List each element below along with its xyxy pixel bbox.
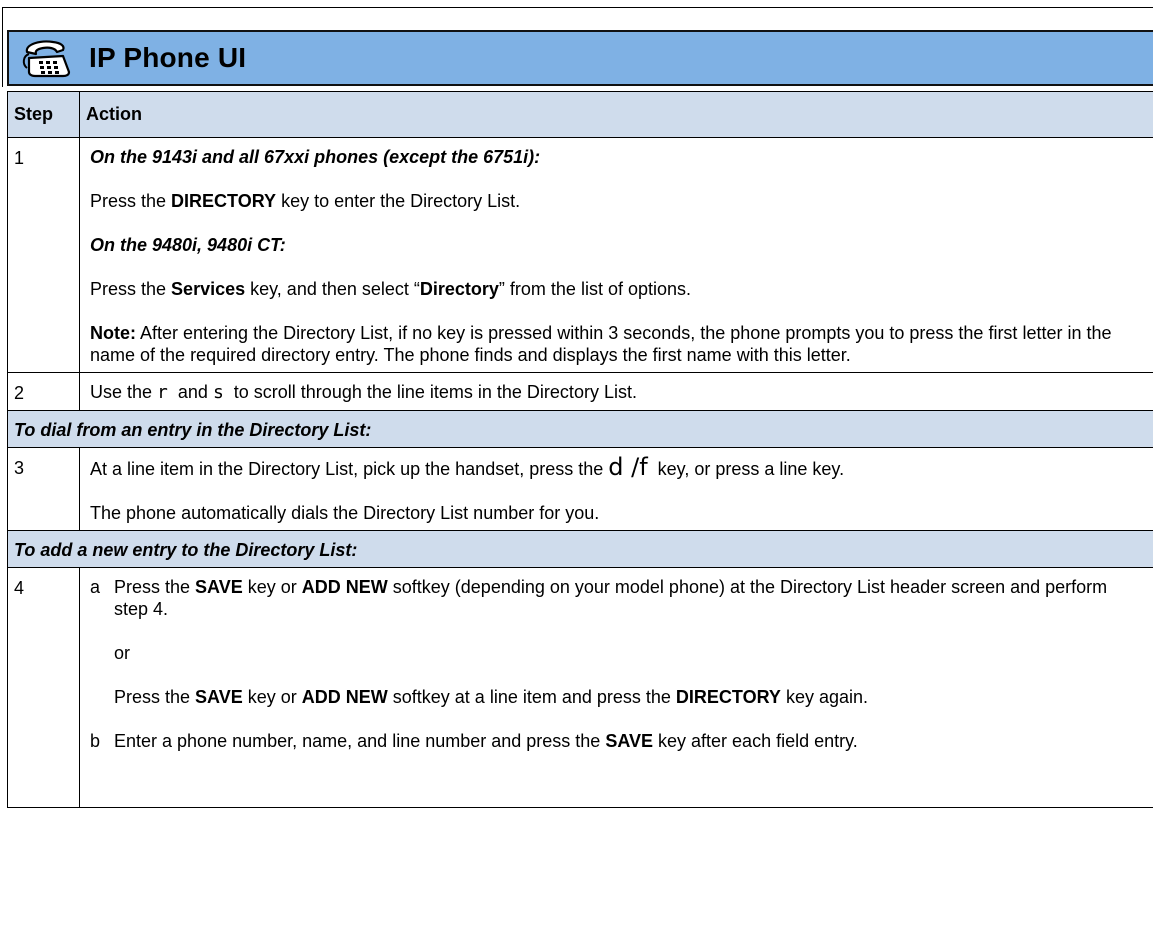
model-heading: On the 9480i, 9480i CT:: [90, 235, 286, 255]
procedure-table: Step Action 1 On the 9143i and all 67xxi…: [7, 91, 1153, 808]
column-header-step: Step: [7, 91, 80, 138]
table-row: 1 On the 9143i and all 67xxi phones (exc…: [7, 137, 1153, 373]
section-heading: To add a new entry to the Directory List…: [14, 540, 358, 560]
section-heading: To dial from an entry in the Directory L…: [14, 420, 372, 440]
goodbye-key-glyph: d /f: [608, 453, 648, 481]
substep-a: a Press the SAVE key or ADD NEW softkey …: [90, 577, 1108, 619]
step-number: 3: [7, 447, 80, 531]
step-action: a Press the SAVE key or ADD NEW softkey …: [79, 567, 1153, 808]
table-row: 4 a Press the SAVE key or ADD NEW softke…: [7, 567, 1153, 808]
down-arrow-key: s: [212, 382, 224, 403]
step-action: On the 9143i and all 67xxi phones (excep…: [79, 137, 1153, 373]
step-number: 2: [7, 372, 80, 411]
document-page: IP Phone UI Step Action 1 On the 9143i a…: [0, 0, 1153, 947]
instruction: Press the SAVE key or ADD NEW softkey at…: [114, 687, 868, 707]
table-row: 2 Use the r and s to scroll through the …: [7, 372, 1153, 411]
page-title: IP Phone UI: [89, 42, 247, 73]
model-heading: On the 9143i and all 67xxi phones (excep…: [90, 147, 541, 167]
instruction: Press the DIRECTORY key to enter the Dir…: [90, 191, 521, 211]
section-row: To dial from an entry in the Directory L…: [7, 410, 1153, 448]
step-action: At a line item in the Directory List, pi…: [79, 447, 1153, 531]
step-number: 1: [7, 137, 80, 373]
section-row: To add a new entry to the Directory List…: [7, 530, 1153, 568]
phone-icon: [22, 40, 71, 78]
or-label: or: [114, 643, 131, 663]
column-header-action: Action: [79, 91, 1153, 138]
substep-b: b Enter a phone number, name, and line n…: [90, 731, 858, 751]
table-row: 3 At a line item in the Directory List, …: [7, 447, 1153, 531]
instruction: Press the Services key, and then select …: [90, 279, 691, 299]
table-header-row: Step Action: [7, 91, 1153, 138]
up-arrow-key: r: [157, 382, 168, 403]
step-action: Use the r and s to scroll through the li…: [79, 372, 1153, 411]
section-header: IP Phone UI: [7, 30, 1153, 86]
note: Note: After entering the Directory List,…: [90, 323, 1112, 365]
step-number: 4: [7, 567, 80, 808]
